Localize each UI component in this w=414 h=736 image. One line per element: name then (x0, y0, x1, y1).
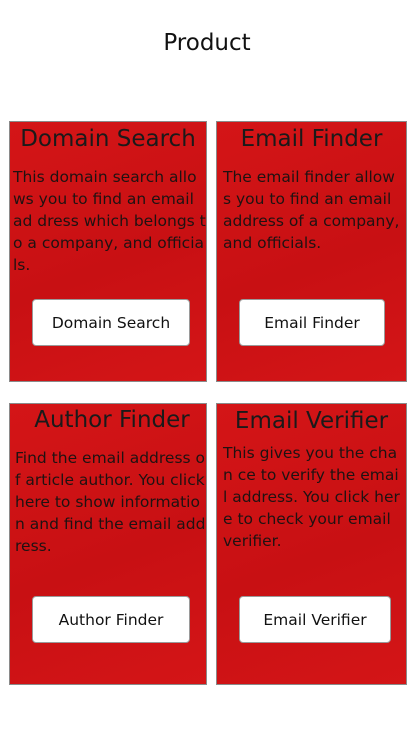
card-title: Domain Search (20, 126, 196, 152)
card-email-verifier: Email Verifier This gives you the chan c… (216, 403, 407, 685)
domain-search-button[interactable]: Domain Search (32, 299, 190, 346)
card-title: Email Verifier (234, 408, 389, 434)
card-author-finder: Author Finder Find the email address of … (9, 403, 207, 685)
card-description: The email finder allows you to find an e… (223, 168, 400, 252)
card-email-finder: Email Finder The email finder allows you… (216, 121, 407, 382)
card-description: This domain search allows you to find an… (13, 168, 206, 274)
card-description: Find the email address of article author… (15, 449, 206, 555)
card-domain-search: Domain Search This domain search allows … (9, 121, 207, 382)
email-verifier-button[interactable]: Email Verifier (239, 596, 391, 643)
email-finder-button[interactable]: Email Finder (239, 299, 385, 346)
page-title: Product (163, 30, 251, 56)
card-title: Author Finder (34, 407, 190, 433)
card-description: This gives you the chan ce to verify the… (223, 444, 400, 550)
author-finder-button[interactable]: Author Finder (32, 596, 190, 643)
card-title: Email Finder (240, 126, 383, 152)
